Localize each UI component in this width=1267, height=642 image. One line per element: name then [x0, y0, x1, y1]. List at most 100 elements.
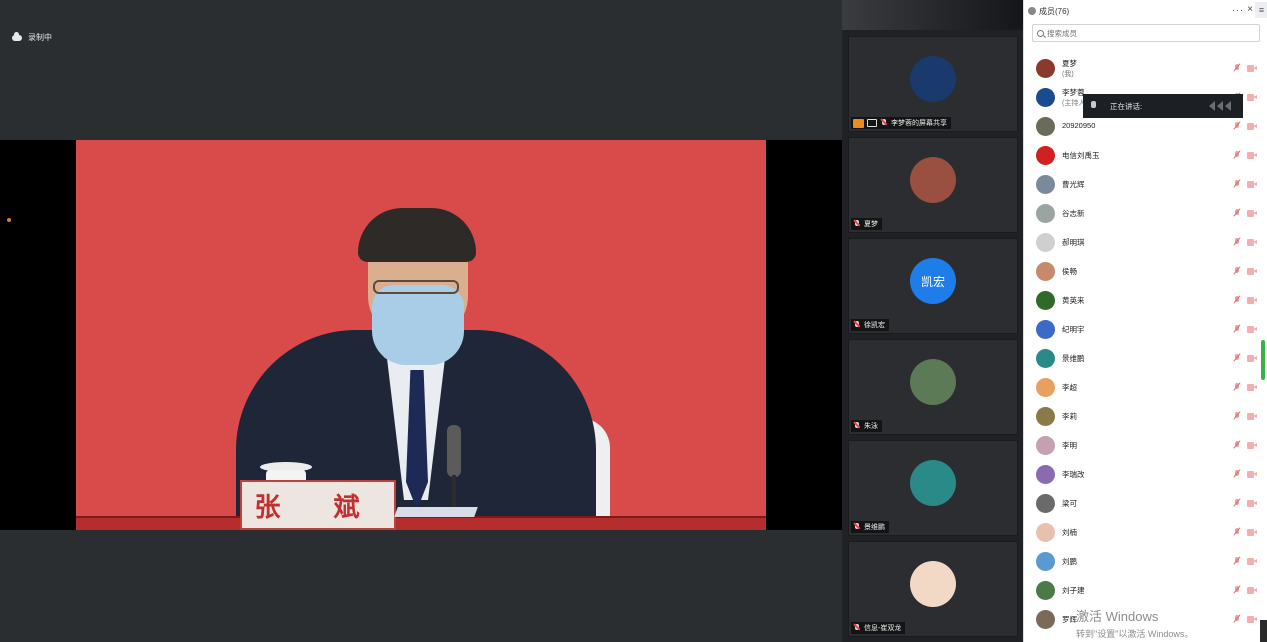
member-row[interactable]: 侯畅 — [1024, 257, 1260, 286]
member-name: 谷志新 — [1062, 209, 1085, 218]
recording-label: 录制中 — [28, 33, 52, 42]
member-name: 夏梦 — [1062, 59, 1077, 68]
mic-muted-icon[interactable] — [1232, 585, 1242, 595]
camera-off-icon[interactable] — [1247, 123, 1258, 130]
camera-off-icon[interactable] — [1247, 616, 1258, 623]
member-row[interactable]: 李超 — [1024, 373, 1260, 402]
participant-tile[interactable]: 信息-崔双龙 — [848, 541, 1018, 637]
windows-activation-watermark: 激活 Windows 转到"设置"以激活 Windows。 — [1076, 606, 1193, 640]
member-search[interactable] — [1032, 24, 1260, 42]
mic-muted-icon[interactable] — [1232, 411, 1242, 421]
member-row[interactable]: 梁可 — [1024, 489, 1260, 518]
mic-muted-icon[interactable] — [1232, 237, 1242, 247]
member-row[interactable]: 夏梦 (我) — [1024, 54, 1260, 83]
mic-muted-icon[interactable] — [1232, 121, 1242, 131]
participant-label: 景维鹏 — [851, 521, 889, 533]
speaker-hair — [358, 208, 476, 262]
camera-off-icon[interactable] — [1247, 297, 1258, 304]
member-name: 刘楠 — [1062, 528, 1077, 537]
mic-muted-icon[interactable] — [1232, 63, 1242, 73]
mic-muted-icon[interactable] — [1232, 150, 1242, 160]
main-video[interactable]: 张 斌 — [0, 140, 842, 530]
member-row[interactable]: 刘子建 — [1024, 576, 1260, 605]
participant-tile[interactable]: 凯宏 徐凯宏 — [848, 238, 1018, 334]
camera-off-icon[interactable] — [1247, 181, 1258, 188]
search-input[interactable] — [1047, 28, 1247, 38]
member-row[interactable]: 刘楠 — [1024, 518, 1260, 547]
avatar — [1036, 552, 1055, 571]
mic-muted-icon[interactable] — [1232, 556, 1242, 566]
mic-muted-icon[interactable] — [1232, 266, 1242, 276]
camera-off-icon[interactable] — [1247, 355, 1258, 362]
more-options-button[interactable]: ··· — [1232, 5, 1244, 15]
camera-off-icon[interactable] — [1247, 94, 1258, 101]
mic-muted-icon[interactable] — [1232, 382, 1242, 392]
member-name: 侯畅 — [1062, 267, 1077, 276]
camera-off-icon[interactable] — [1247, 413, 1258, 420]
avatar — [1036, 581, 1055, 600]
scrollbar-thumb[interactable] — [1261, 340, 1265, 380]
mic-muted-icon[interactable] — [1232, 440, 1242, 450]
avatar — [1036, 436, 1055, 455]
mic-muted-icon[interactable] — [1232, 614, 1242, 624]
participant-tile[interactable]: 李梦蓉的屏幕共享 — [848, 36, 1018, 132]
camera-off-icon[interactable] — [1247, 268, 1258, 275]
participant-name: 景维鹏 — [864, 524, 885, 531]
podium-microphone — [447, 425, 461, 477]
camera-off-icon[interactable] — [1247, 558, 1258, 565]
camera-off-icon[interactable] — [1247, 500, 1258, 507]
avatar — [1036, 233, 1055, 252]
watermark-line2: 转到"设置"以激活 Windows。 — [1076, 629, 1194, 639]
member-row[interactable]: 李莉 — [1024, 402, 1260, 431]
participant-tile[interactable]: 夏梦 — [848, 137, 1018, 233]
mic-muted-icon[interactable] — [1232, 179, 1242, 189]
scrollbar-end[interactable] — [1260, 620, 1267, 642]
participant-name: 李梦蓉的屏幕共享 — [891, 120, 947, 127]
member-name: 李瑞改 — [1062, 470, 1085, 479]
participant-tile[interactable]: 朱泳 — [848, 339, 1018, 435]
avatar — [1036, 320, 1055, 339]
mic-muted-icon[interactable] — [1232, 353, 1242, 363]
mic-muted-icon[interactable] — [1232, 295, 1242, 305]
member-name: 李超 — [1062, 383, 1077, 392]
member-row[interactable]: 电信刘禹玉 — [1024, 141, 1260, 170]
member-name: 罗辉 — [1062, 615, 1077, 624]
member-row[interactable]: 景维鹏 — [1024, 344, 1260, 373]
mic-muted-icon[interactable] — [1232, 324, 1242, 334]
watermark-line1: 激活 Windows — [1076, 609, 1159, 624]
avatar — [1036, 465, 1055, 484]
mic-muted-icon[interactable] — [1232, 469, 1242, 479]
video-frame: 张 斌 — [76, 140, 766, 530]
speaker-mask — [372, 285, 464, 365]
camera-off-icon[interactable] — [1247, 471, 1258, 478]
member-row[interactable]: 李瑞改 — [1024, 460, 1260, 489]
mic-muted-icon[interactable] — [1232, 527, 1242, 537]
member-row[interactable]: 曹光辉 — [1024, 170, 1260, 199]
camera-off-icon[interactable] — [1247, 384, 1258, 391]
camera-off-icon[interactable] — [1247, 442, 1258, 449]
member-row[interactable]: 刘鹏 — [1024, 547, 1260, 576]
mic-muted-icon[interactable] — [1232, 208, 1242, 218]
close-button[interactable]: × — [1247, 4, 1253, 15]
camera-off-icon[interactable] — [1247, 210, 1258, 217]
member-row[interactable]: 黄英来 — [1024, 286, 1260, 315]
camera-off-icon[interactable] — [1247, 326, 1258, 333]
member-row[interactable]: 纪明宇 — [1024, 315, 1260, 344]
member-name: 郝明琪 — [1062, 238, 1085, 247]
participant-name: 夏梦 — [864, 221, 878, 228]
member-row[interactable]: 李明 — [1024, 431, 1260, 460]
mic-muted-icon[interactable] — [1232, 498, 1242, 508]
camera-off-icon[interactable] — [1247, 239, 1258, 246]
member-row[interactable]: 郝明琪 — [1024, 228, 1260, 257]
camera-off-icon[interactable] — [1247, 529, 1258, 536]
share-icon — [853, 118, 864, 128]
camera-off-icon[interactable] — [1247, 152, 1258, 159]
camera-off-icon[interactable] — [1247, 587, 1258, 594]
participant-tile[interactable]: 景维鹏 — [848, 440, 1018, 536]
panel-header: 成员(76) ··· × ≡ — [1024, 0, 1267, 22]
menu-button[interactable]: ≡ — [1255, 2, 1267, 18]
avatar — [1036, 88, 1055, 107]
camera-off-icon[interactable] — [1247, 65, 1258, 72]
member-row[interactable]: 谷志新 — [1024, 199, 1260, 228]
papers — [394, 507, 478, 517]
